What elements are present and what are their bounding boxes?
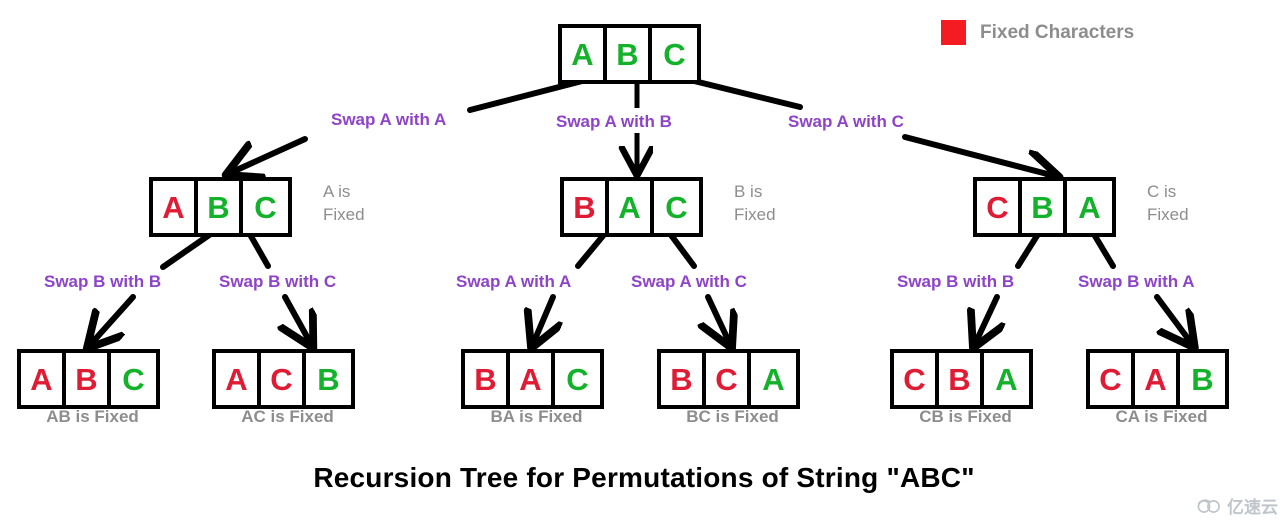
node-bac-note: B is Fixed bbox=[734, 182, 776, 224]
diagram-canvas: Fixed Characters A B C Swap A with A Swa… bbox=[0, 0, 1288, 524]
leaf-cab-cell-0: C bbox=[1090, 353, 1135, 405]
leaf-bac-cell-2: C bbox=[566, 361, 589, 397]
leaf-acb-cell-2: B bbox=[317, 361, 340, 397]
edge-root-to-abc-lower bbox=[230, 136, 308, 173]
leaf-cab[interactable]: C A B bbox=[1086, 349, 1229, 409]
edge-label-bac-ba: Swap A with A bbox=[456, 272, 572, 291]
node-bac[interactable]: B A C bbox=[560, 177, 703, 237]
leaf-abc-cell-0: A bbox=[21, 353, 66, 405]
node-bac-cell-1: A bbox=[609, 181, 654, 233]
node-abc-cell-1: B bbox=[198, 181, 243, 233]
leaf-cab-cell-1: A bbox=[1135, 353, 1180, 405]
leaf-bca-cell-2: A bbox=[762, 361, 785, 397]
leaf-abc[interactable]: A B C bbox=[17, 349, 160, 409]
node-cba-cell-0: C bbox=[977, 181, 1022, 233]
leaf-bca[interactable]: B C A bbox=[657, 349, 800, 409]
leaf-bca-cell-0: B bbox=[661, 353, 706, 405]
node-cba[interactable]: C B A bbox=[973, 177, 1116, 237]
leaf-abc-cell-2: C bbox=[122, 361, 145, 397]
fixed-color-swatch bbox=[941, 20, 966, 45]
edge-label-root-cba: Swap A with C bbox=[788, 112, 904, 131]
cloud-logo-icon bbox=[1197, 498, 1220, 513]
diagram-title: Recursion Tree for Permutations of Strin… bbox=[313, 462, 975, 493]
leaf-cba[interactable]: C B A bbox=[890, 349, 1033, 409]
node-cba-cell-2: A bbox=[1078, 189, 1101, 225]
node-root[interactable]: A B C bbox=[558, 24, 701, 84]
leaf-acb-cell-1: C bbox=[261, 353, 306, 405]
node-cba-cell-1: B bbox=[1022, 181, 1067, 233]
leaf-cab-cell-2: B bbox=[1191, 361, 1214, 397]
node-root-cell-0: A bbox=[562, 28, 607, 80]
legend-label: Fixed Characters bbox=[980, 21, 1135, 43]
node-abc[interactable]: A B C bbox=[149, 177, 292, 237]
leaf-bac-cell-0: B bbox=[465, 353, 510, 405]
edge-label-bac-bc: Swap A with C bbox=[631, 272, 747, 291]
edge-label-root-bac: Swap A with B bbox=[556, 112, 672, 131]
edge-bac-to-bc-lower bbox=[708, 294, 730, 344]
leaf-cba-caption: CB is Fixed bbox=[919, 407, 1012, 426]
leaf-bca-cell-1: C bbox=[706, 353, 751, 405]
leaf-cab-caption: CA is Fixed bbox=[1115, 407, 1208, 426]
node-root-cell-1: B bbox=[607, 28, 652, 80]
leaf-acb[interactable]: A C B bbox=[212, 349, 355, 409]
watermark: 亿速云 bbox=[1196, 493, 1278, 518]
leaf-bac-cell-1: A bbox=[510, 353, 555, 405]
edge-cba-to-ca-lower bbox=[1154, 294, 1192, 344]
edge-root-to-cba-upper bbox=[683, 76, 803, 110]
edge-label-root-abc: Swap A with A bbox=[331, 110, 447, 129]
node-cba-note: C is Fixed bbox=[1147, 182, 1189, 224]
leaf-bac-caption: BA is Fixed bbox=[490, 407, 583, 426]
leaf-bac[interactable]: B A C bbox=[461, 349, 604, 409]
edge-abc-to-ab-lower bbox=[90, 294, 136, 345]
leaf-cba-cell-2: A bbox=[995, 361, 1018, 397]
leaf-cba-cell-1: B bbox=[939, 353, 984, 405]
leaf-bca-caption: BC is Fixed bbox=[686, 407, 779, 426]
leaf-cba-cell-0: C bbox=[894, 353, 939, 405]
node-bac-cell-2: C bbox=[665, 189, 688, 225]
node-abc-cell-0: A bbox=[153, 181, 198, 233]
edge-label-abc-ab: Swap B with B bbox=[44, 272, 162, 291]
node-abc-cell-2: C bbox=[254, 189, 277, 225]
legend: Fixed Characters bbox=[941, 20, 1134, 45]
leaf-abc-caption: AB is Fixed bbox=[46, 407, 139, 426]
edge-label-cba-ca: Swap B with A bbox=[1078, 272, 1195, 291]
edge-bac-to-ba-lower bbox=[533, 294, 553, 344]
node-abc-note: A is Fixed bbox=[323, 182, 365, 224]
edge-cba-to-cb-lower bbox=[975, 294, 997, 344]
leaf-acb-caption: AC is Fixed bbox=[241, 407, 334, 426]
edge-abc-to-ac-lower bbox=[285, 294, 311, 344]
edge-root-to-cba-lower bbox=[902, 134, 1055, 176]
watermark-text: 亿速云 bbox=[1227, 498, 1278, 518]
edge-label-cba-cb: Swap B with B bbox=[897, 272, 1015, 291]
node-root-cell-2: C bbox=[663, 36, 686, 72]
edge-label-abc-ac: Swap B with C bbox=[219, 272, 337, 291]
leaf-abc-cell-1: B bbox=[66, 353, 111, 405]
leaf-acb-cell-0: A bbox=[216, 353, 261, 405]
node-bac-cell-0: B bbox=[564, 181, 609, 233]
